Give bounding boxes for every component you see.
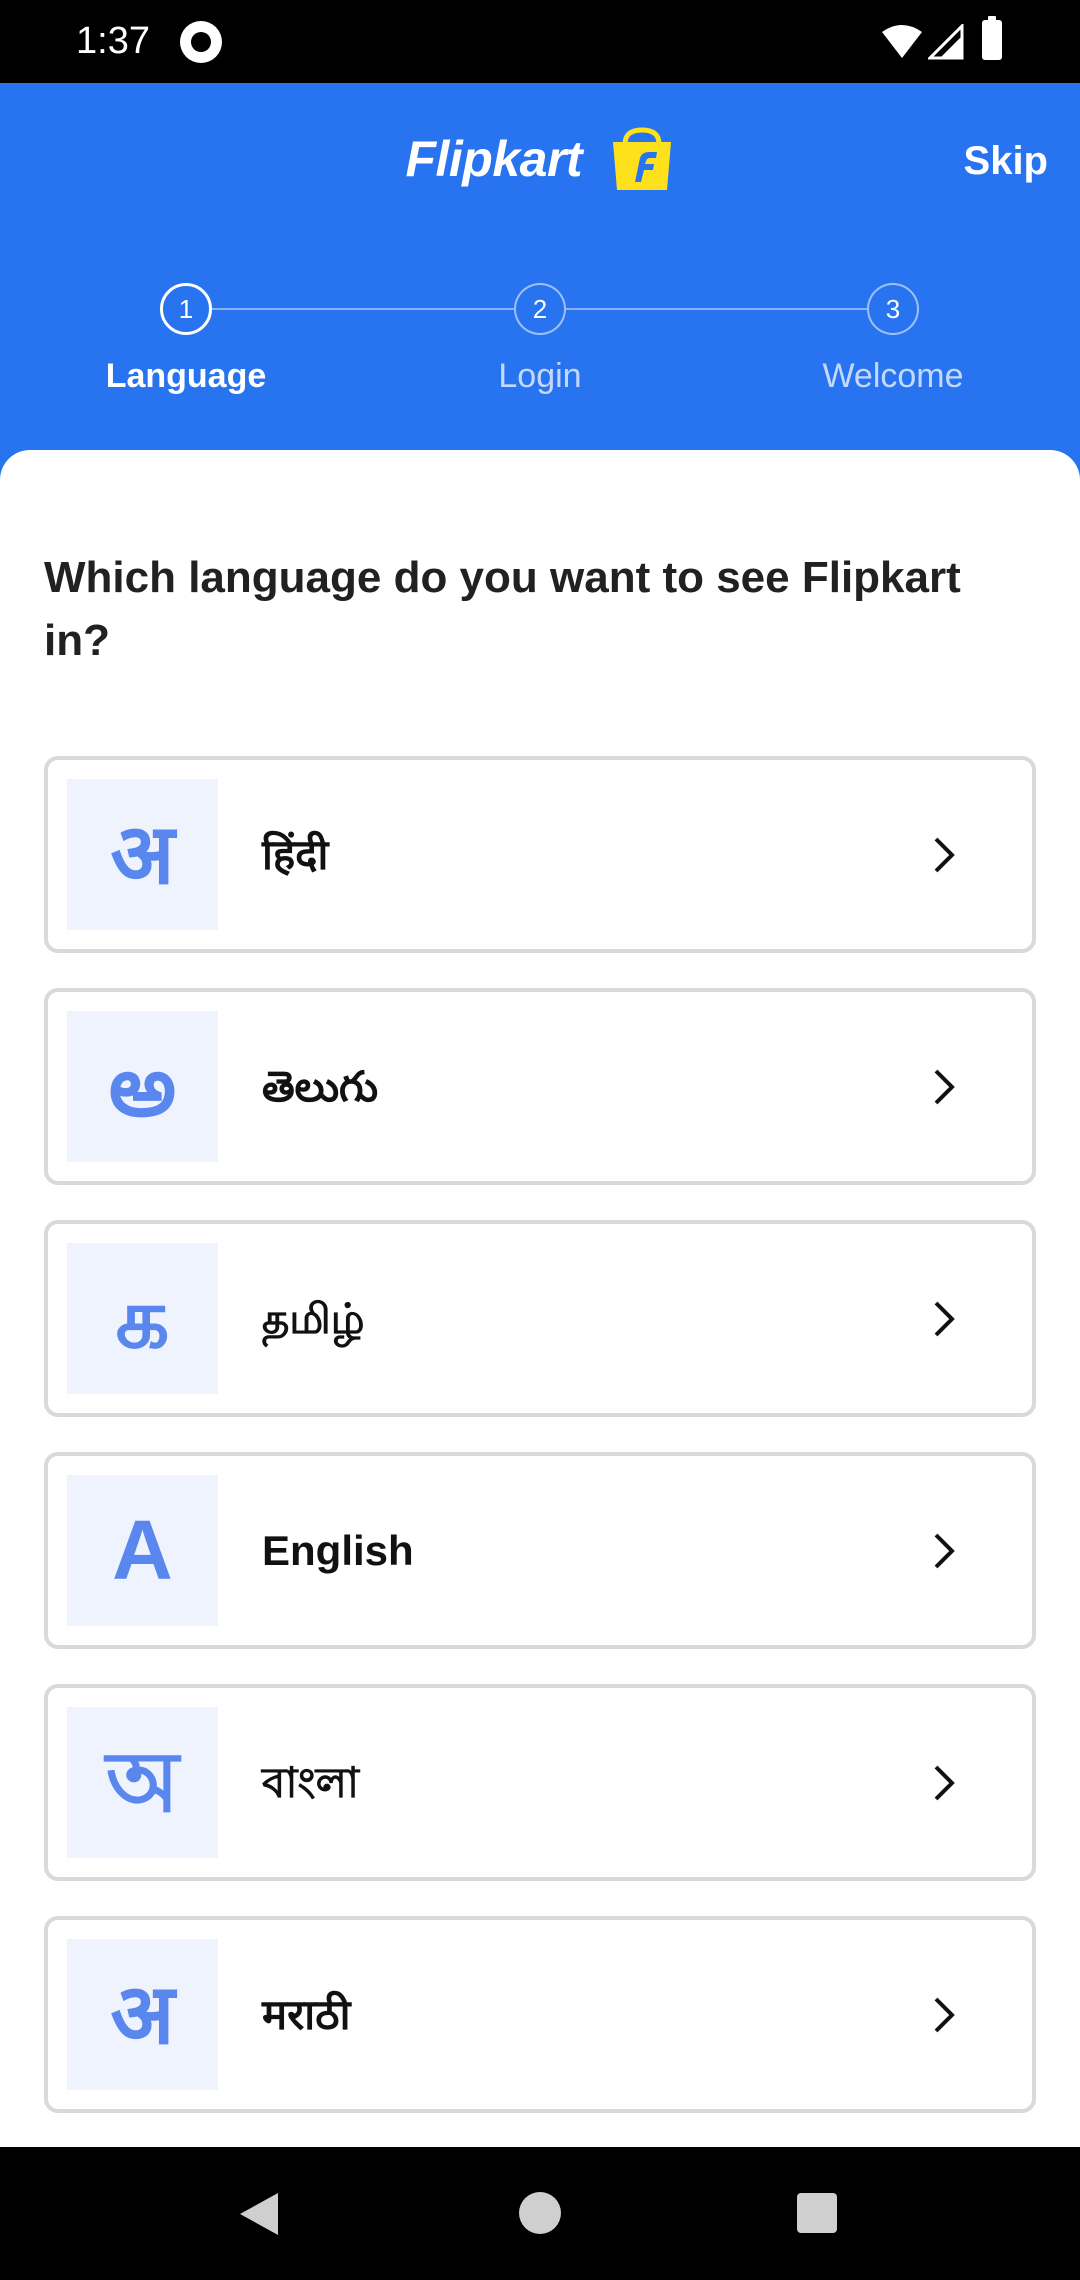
step-number: 2	[514, 283, 566, 335]
step-label: Login	[498, 357, 582, 395]
language-list: अ हिंदी అ తెలుగు க தமிழ் A English অ বাং…	[44, 756, 1036, 2147]
brand: Flipkart	[0, 126, 1080, 192]
chevron-right-icon	[934, 1533, 955, 1569]
status-time: 1:37	[76, 20, 150, 62]
chevron-right-icon	[934, 1069, 955, 1105]
step-language: 1 Language	[36, 283, 336, 396]
onboarding-header: Flipkart Skip 1 Language 2 Login 3 Welco…	[0, 83, 1080, 503]
language-name: தமிழ்	[262, 1295, 365, 1342]
language-name: বাংলা	[262, 1759, 360, 1806]
step-number: 3	[867, 283, 919, 335]
app-notification-icon	[180, 21, 222, 63]
language-option-english[interactable]: A English	[44, 1452, 1036, 1649]
language-glyph: अ	[67, 779, 218, 930]
signal-icon	[928, 24, 964, 60]
home-icon[interactable]	[519, 2192, 561, 2234]
language-glyph: అ	[67, 1011, 218, 1162]
skip-button[interactable]: Skip	[964, 139, 1048, 184]
language-name: हिंदी	[262, 831, 329, 878]
recents-icon[interactable]	[797, 2193, 837, 2233]
language-option-bengali[interactable]: অ বাংলা	[44, 1684, 1036, 1881]
language-option-marathi[interactable]: अ मराठी	[44, 1916, 1036, 2113]
progress-stepper: 1 Language 2 Login 3 Welcome	[0, 283, 1080, 403]
chevron-right-icon	[934, 1997, 955, 2033]
step-label: Welcome	[822, 357, 964, 395]
wifi-icon	[882, 25, 922, 58]
chevron-right-icon	[934, 1765, 955, 1801]
language-name: English	[262, 1527, 414, 1574]
step-number: 1	[160, 283, 212, 335]
chevron-right-icon	[934, 837, 955, 873]
step-welcome: 3 Welcome	[743, 283, 1043, 396]
language-name: తెలుగు	[262, 1063, 379, 1110]
language-glyph: অ	[67, 1707, 218, 1858]
language-glyph: க	[67, 1243, 218, 1394]
status-bar: 1:37	[0, 0, 1080, 83]
step-label: Language	[105, 357, 267, 395]
system-navigation-bar	[0, 2147, 1080, 2280]
language-glyph: अ	[67, 1939, 218, 2090]
language-name: मराठी	[262, 1991, 351, 2038]
language-glyph: A	[67, 1475, 218, 1626]
back-icon[interactable]	[238, 2191, 280, 2237]
language-option-hindi[interactable]: अ हिंदी	[44, 756, 1036, 953]
step-login: 2 Login	[390, 283, 690, 396]
language-panel: Which language do you want to see Flipka…	[0, 450, 1080, 2147]
language-question: Which language do you want to see Flipka…	[44, 553, 961, 665]
language-option-tamil[interactable]: க தமிழ்	[44, 1220, 1036, 1417]
brand-name: Flipkart	[405, 131, 583, 187]
flipkart-logo-icon	[612, 127, 671, 190]
chevron-right-icon	[934, 1301, 955, 1337]
battery-icon	[982, 16, 1002, 60]
language-option-telugu[interactable]: అ తెలుగు	[44, 988, 1036, 1185]
